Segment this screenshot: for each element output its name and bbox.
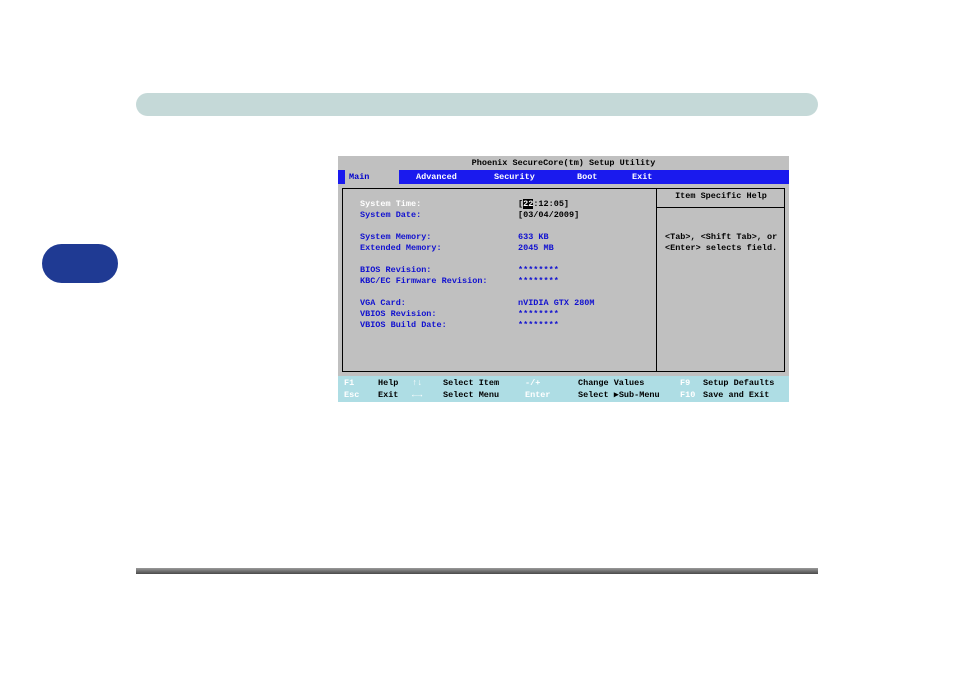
system-time-rest: :12:05]	[533, 199, 570, 209]
key-f9-label: Setup Defaults	[703, 378, 775, 388]
bios-title: Phoenix SecureCore(tm) Setup Utility	[338, 156, 789, 170]
kbc-ec-revision-value: ********	[518, 276, 559, 286]
key-enter-label: Select ▶Sub-Menu	[578, 390, 660, 400]
help-title-rule	[657, 207, 785, 208]
arrow-left-right-icon: ←→	[412, 390, 423, 400]
bios-setup-screen: Phoenix SecureCore(tm) Setup Utility Mai…	[338, 156, 789, 402]
key-f1-label: Help	[378, 378, 399, 388]
arrow-up-down-icon: ↑↓	[412, 378, 423, 388]
field-label-system-date[interactable]: System Date:	[360, 210, 421, 220]
key-enter: Enter	[525, 390, 551, 400]
system-memory-value: 633 KB	[518, 232, 549, 242]
help-text-line: <Tab>, <Shift Tab>, or	[665, 232, 778, 242]
key-plus-minus: -/+	[525, 378, 541, 388]
menu-tab-exit[interactable]: Exit	[632, 170, 652, 184]
field-label-system-memory: System Memory:	[360, 232, 432, 242]
key-f9: F9	[680, 378, 691, 388]
field-label-bios-revision: BIOS Revision:	[360, 265, 432, 275]
vga-card-value: nVIDIA GTX 280M	[518, 298, 595, 308]
field-label-vbios-revision: VBIOS Revision:	[360, 309, 437, 319]
key-updown-label: Select Item	[443, 378, 500, 388]
field-label-vbios-build-date: VBIOS Build Date:	[360, 320, 447, 330]
help-divider	[656, 188, 657, 372]
field-label-vga-card: VGA Card:	[360, 298, 406, 308]
key-f10-label: Save and Exit	[703, 390, 770, 400]
key-esc-label: Exit	[378, 390, 399, 400]
page-header-bar	[136, 93, 818, 116]
vbios-build-date-value: ********	[518, 320, 559, 330]
menu-tab-boot[interactable]: Boot	[577, 170, 597, 184]
key-leftright-label: Select Menu	[443, 390, 500, 400]
menu-tab-security[interactable]: Security	[494, 170, 535, 184]
menu-tab-advanced[interactable]: Advanced	[416, 170, 457, 184]
extended-memory-value: 2045 MB	[518, 243, 554, 253]
page-footer-rule	[136, 568, 818, 574]
bios-revision-value: ********	[518, 265, 559, 275]
key-f1: F1	[344, 378, 355, 388]
key-plus-minus-label: Change Values	[578, 378, 645, 388]
system-time-value[interactable]: [22:12:05]	[518, 199, 569, 209]
vbios-revision-value: ********	[518, 309, 559, 319]
field-label-system-time[interactable]: System Time:	[360, 199, 421, 209]
bios-menubar: Main Advanced Security Boot Exit	[338, 170, 789, 184]
key-f10: F10	[680, 390, 696, 400]
chapter-tab	[42, 244, 118, 283]
help-text-line: <Enter> selects field.	[665, 243, 778, 253]
key-esc: Esc	[344, 390, 360, 400]
menu-tab-main[interactable]: Main	[345, 170, 399, 184]
system-date-value[interactable]: [03/04/2009]	[518, 210, 579, 220]
field-label-extended-memory: Extended Memory:	[360, 243, 442, 253]
bios-statusbar: F1 Help ↑↓ Select Item -/+ Change Values…	[338, 376, 789, 402]
help-title: Item Specific Help	[675, 191, 767, 201]
system-time-hour-cursor[interactable]: 22	[523, 199, 534, 209]
field-label-kbc-ec-revision: KBC/EC Firmware Revision:	[360, 276, 488, 286]
